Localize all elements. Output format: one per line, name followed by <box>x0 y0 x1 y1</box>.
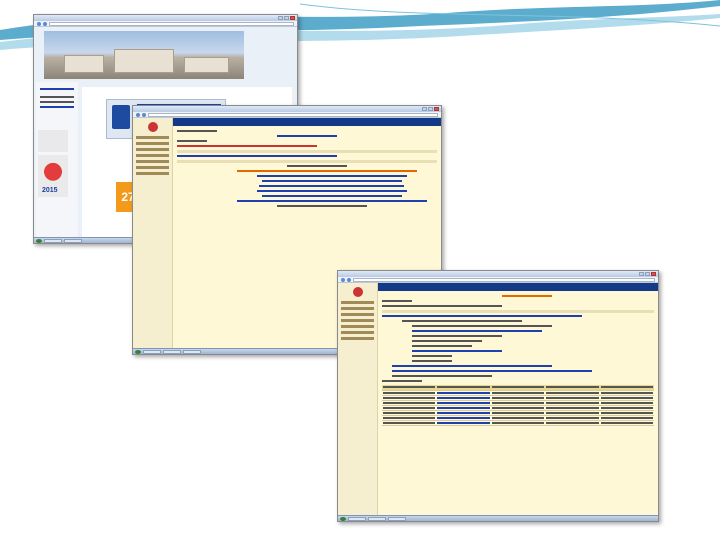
year-label: 2015 <box>42 187 58 194</box>
taskbar-item[interactable] <box>44 238 62 243</box>
taskbar-item[interactable] <box>64 238 82 243</box>
taskbar-item[interactable] <box>388 516 406 521</box>
catalog-header <box>378 283 658 291</box>
taskbar-item[interactable] <box>143 349 161 354</box>
maximize-button[interactable] <box>645 272 650 276</box>
url-field[interactable] <box>148 112 438 117</box>
record-body <box>382 295 654 511</box>
forward-icon[interactable] <box>43 21 47 26</box>
url-field[interactable] <box>49 21 294 26</box>
back-icon[interactable] <box>136 112 140 117</box>
holdings-table <box>382 385 654 426</box>
taskbar <box>338 515 658 521</box>
minimize-button[interactable] <box>422 107 427 111</box>
back-icon[interactable] <box>37 21 41 26</box>
forward-icon[interactable] <box>347 277 351 282</box>
url-field[interactable] <box>353 277 655 282</box>
catalog-sidebar <box>133 118 173 348</box>
taskbar-item[interactable] <box>348 516 366 521</box>
start-button[interactable] <box>135 349 141 354</box>
start-button[interactable] <box>340 516 346 521</box>
forward-icon[interactable] <box>142 112 146 117</box>
start-button[interactable] <box>36 238 42 243</box>
taskbar-item[interactable] <box>368 516 386 521</box>
minimize-button[interactable] <box>639 272 644 276</box>
close-button[interactable] <box>290 16 295 20</box>
catalog-page <box>338 283 658 515</box>
library-logo-icon <box>352 287 363 297</box>
library-logo-icon <box>147 122 158 132</box>
maximize-button[interactable] <box>284 16 289 20</box>
university-emblem-icon <box>112 105 130 129</box>
header-campus-photo <box>44 31 244 79</box>
back-icon[interactable] <box>341 277 345 282</box>
close-button[interactable] <box>434 107 439 111</box>
anniversary-banner[interactable] <box>38 130 68 152</box>
taskbar-item[interactable] <box>163 349 181 354</box>
close-button[interactable] <box>651 272 656 276</box>
catalog-sidebar <box>338 283 378 515</box>
catalog-record-window <box>337 270 659 522</box>
table-row <box>382 420 654 426</box>
minimize-button[interactable] <box>278 16 283 20</box>
taskbar-item[interactable] <box>183 349 201 354</box>
catalog-header <box>173 118 441 126</box>
maximize-button[interactable] <box>428 107 433 111</box>
